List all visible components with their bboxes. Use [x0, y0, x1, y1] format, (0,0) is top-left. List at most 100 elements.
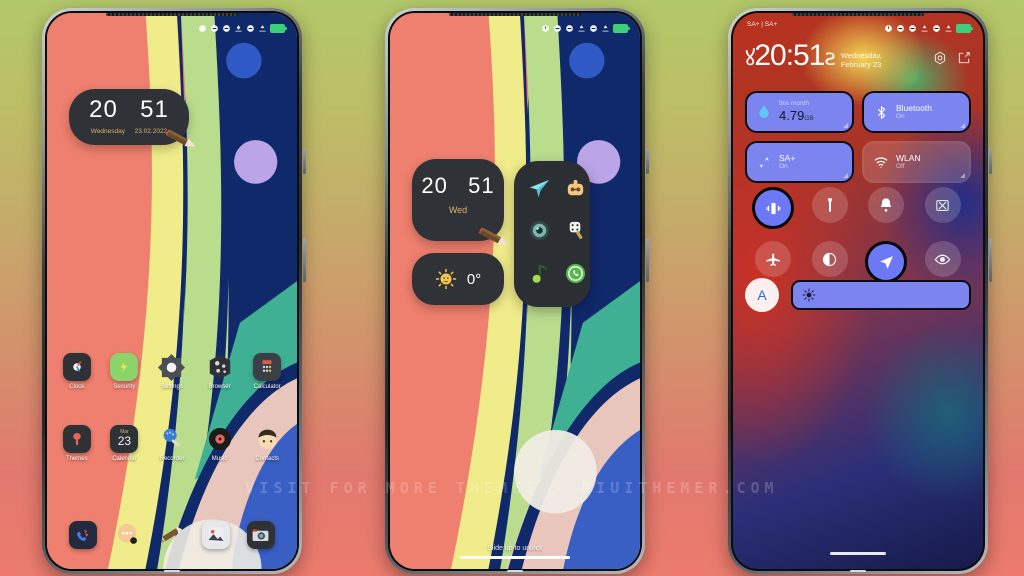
- power-button[interactable]: [303, 148, 306, 174]
- tile-expand-corner[interactable]: [960, 173, 965, 178]
- notes-pencil-icon[interactable]: [158, 521, 186, 549]
- mobile-data-tile[interactable]: SA+ On: [745, 141, 854, 183]
- recorder-icon: [158, 425, 186, 453]
- whatsapp-icon[interactable]: [560, 258, 590, 288]
- quick-actions: [933, 41, 971, 65]
- bluetooth-tile[interactable]: Bluetooth On: [862, 91, 971, 133]
- app-browser[interactable]: Browser: [196, 353, 244, 390]
- app-label: Recorder: [159, 456, 185, 462]
- tile-title: SA+: [779, 152, 796, 163]
- clock-suffix-glyph: ꙅ: [824, 45, 836, 70]
- location-toggle[interactable]: [865, 241, 908, 283]
- app-music[interactable]: Music: [196, 425, 244, 462]
- data-usage-text: this month 4.79GB: [779, 100, 814, 125]
- download-icon: [921, 24, 928, 31]
- camera-icon[interactable]: [246, 521, 275, 549]
- phone-bezel: SA+ | SA+ ꙋ20:51ꙅ Wednesday, February 23: [731, 11, 985, 572]
- app-calendar[interactable]: Mar 23 Calendar: [101, 425, 149, 462]
- phone3-status-bar: [733, 13, 983, 37]
- clock-hours: 20: [421, 173, 448, 198]
- screenshot-toggle[interactable]: [924, 187, 961, 223]
- wlan-tile[interactable]: WLAN Off: [862, 141, 971, 183]
- app-label: Clock: [69, 384, 85, 390]
- weather-widget[interactable]: 0°: [412, 253, 504, 305]
- app-label: Settings: [161, 384, 183, 390]
- data-usage-tile[interactable]: this month 4.79GB: [745, 91, 854, 133]
- flashlight-toggle[interactable]: [811, 187, 848, 223]
- app-security[interactable]: Security: [101, 353, 149, 390]
- app-label: Calendar: [112, 456, 137, 462]
- data-arrows-icon: [756, 154, 772, 170]
- tile-expand-corner[interactable]: [843, 123, 848, 128]
- download-icon: [945, 24, 952, 31]
- music-note-icon[interactable]: [524, 258, 554, 288]
- tile-subtitle: Off: [896, 163, 905, 171]
- alarm-icon: [542, 24, 549, 32]
- app-settings[interactable]: Settings: [148, 353, 196, 390]
- dnd-icon: [590, 24, 597, 32]
- dark-mode-toggle[interactable]: [811, 241, 848, 277]
- paper-plane-icon[interactable]: [524, 173, 554, 203]
- download-icon: [578, 24, 585, 31]
- volume-button[interactable]: [303, 238, 306, 282]
- microphone-icon[interactable]: [560, 216, 590, 246]
- bottom-nub: [507, 570, 523, 572]
- auto-brightness-button[interactable]: A: [745, 278, 779, 312]
- tile-subtitle: On: [896, 113, 905, 121]
- brightness-slider[interactable]: [791, 280, 971, 310]
- tile-expand-corner[interactable]: [960, 123, 965, 128]
- usage-caption: this month: [779, 99, 809, 107]
- clock-widget[interactable]: 20 51 Wed: [412, 159, 509, 245]
- phone-device-control-center: SA+ | SA+ ꙋ20:51ꙅ Wednesday, February 23: [728, 8, 992, 574]
- gear-icon: [158, 353, 186, 381]
- phone1-screen[interactable]: 20 51 Wednesday 23.02.2022 Clock Securit…: [47, 13, 297, 569]
- app-themes[interactable]: Themes: [53, 425, 101, 462]
- water-drop-icon: [756, 104, 772, 120]
- app-recorder[interactable]: Recorder: [148, 425, 196, 462]
- usage-value: 4.79: [779, 107, 805, 123]
- phone-icon[interactable]: [69, 521, 98, 549]
- phone3-screen[interactable]: SA+ | SA+ ꙋ20:51ꙅ Wednesday, February 23: [733, 13, 983, 569]
- toggle-grid: [745, 187, 971, 283]
- power-button[interactable]: [989, 148, 992, 174]
- slide-to-unlock[interactable]: Slide up to unlock: [390, 545, 640, 559]
- bottom-nub: [164, 570, 180, 572]
- settings-icon[interactable]: [933, 51, 947, 65]
- power-button[interactable]: [646, 148, 649, 174]
- volume-button[interactable]: [989, 238, 992, 282]
- lens-icon[interactable]: [524, 216, 554, 246]
- clock-widget[interactable]: 20 51 Wednesday 23.02.2022: [69, 89, 196, 147]
- ringer-toggle[interactable]: [868, 187, 905, 223]
- earpiece-speaker: [105, 13, 239, 16]
- app-contacts[interactable]: Contacts: [243, 425, 291, 462]
- clock-date: 23.02.2022: [134, 128, 168, 135]
- wlan-text: WLAN Off: [896, 153, 921, 171]
- app-grid-row-1: Clock Security Settings Browser Calculat…: [47, 353, 297, 390]
- messages-icon[interactable]: [114, 521, 142, 549]
- home-indicator[interactable]: [830, 552, 886, 555]
- edit-icon[interactable]: [957, 51, 971, 65]
- home-indicator[interactable]: [460, 556, 570, 559]
- calendar-day: 23: [117, 433, 132, 448]
- download-icon: [235, 24, 242, 31]
- dnd-icon: [223, 24, 230, 32]
- vibrate-toggle[interactable]: [752, 187, 795, 229]
- clock-minutes: 51: [140, 96, 169, 123]
- tile-subtitle: On: [779, 163, 788, 171]
- gallery-icon[interactable]: [202, 521, 231, 549]
- tile-expand-corner[interactable]: [843, 173, 848, 178]
- battery-icon: [956, 23, 973, 33]
- reading-mode-toggle[interactable]: [924, 241, 961, 277]
- app-calculator[interactable]: Calculator: [243, 353, 291, 390]
- app-folder[interactable]: [514, 161, 590, 307]
- robot-icon[interactable]: [560, 173, 590, 203]
- airplane-toggle[interactable]: [755, 241, 792, 277]
- dnd-icon: [247, 24, 254, 32]
- phone2-screen[interactable]: 20 51 Wed 0° Slide up to unlock: [390, 13, 640, 569]
- clock-time: 20:51: [754, 39, 825, 72]
- app-clock[interactable]: Clock: [53, 353, 101, 390]
- app-label: Calculator: [253, 384, 281, 390]
- download-icon: [602, 24, 609, 31]
- volume-button[interactable]: [646, 238, 649, 282]
- lock-clock-row: ꙋ20:51ꙅ Wednesday, February 23: [745, 41, 971, 71]
